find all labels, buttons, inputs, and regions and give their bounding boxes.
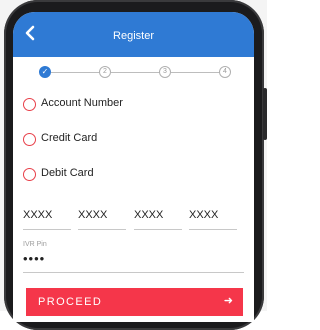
step-4: 4 (219, 66, 231, 78)
card-number-field-3[interactable]: XXXX (134, 207, 182, 230)
proceed-button[interactable]: PROCEED ➜ (26, 288, 243, 316)
option-account-number[interactable]: Account Number (23, 96, 223, 114)
card-number-field-4[interactable]: XXXX (189, 207, 237, 230)
phone-mockup: Register ✓ 2 3 4 Account Number Credit C… (0, 0, 267, 330)
page-title: Register (113, 30, 154, 42)
option-label: Debit Card (41, 167, 94, 179)
app-bar: Register (13, 12, 254, 57)
step-connector (51, 72, 101, 73)
step-1: ✓ (39, 66, 51, 78)
card-number-field-2[interactable]: XXXX (78, 207, 126, 230)
step-connector (171, 72, 221, 73)
progress-stepper: ✓ 2 3 4 (13, 64, 254, 82)
option-label: Credit Card (41, 132, 98, 144)
step-2: 2 (99, 66, 111, 78)
ivr-pin-label: IVR Pin (23, 241, 47, 248)
app-screen: Register ✓ 2 3 4 Account Number Credit C… (13, 12, 254, 322)
step-3: 3 (159, 66, 171, 78)
ivr-pin-field[interactable]: •••• (23, 250, 244, 273)
option-label: Account Number (41, 97, 123, 109)
radio-button[interactable] (23, 168, 36, 181)
proceed-label: PROCEED (38, 296, 103, 308)
step-connector (111, 72, 161, 73)
option-debit-card[interactable]: Debit Card (23, 166, 223, 184)
card-number-field-1[interactable]: XXXX (23, 207, 71, 230)
option-credit-card[interactable]: Credit Card (23, 131, 223, 149)
radio-button[interactable] (23, 98, 36, 111)
phone-side-button (263, 88, 267, 140)
radio-button[interactable] (23, 133, 36, 146)
